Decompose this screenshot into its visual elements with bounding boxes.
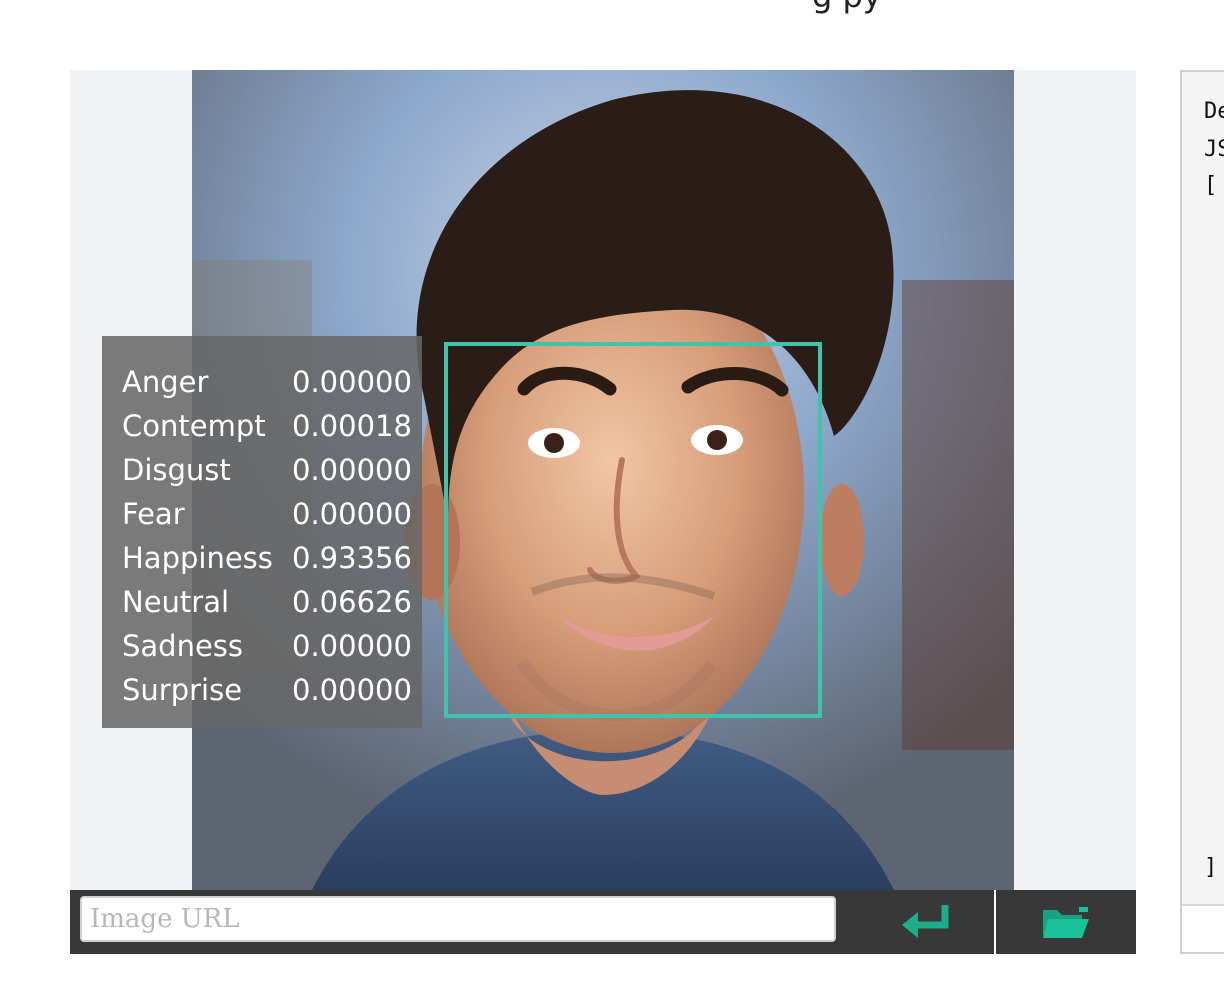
emotion-row-fear: Fear 0.00000 <box>122 492 412 536</box>
emotion-label: Surprise <box>122 673 243 707</box>
emotion-value: 0.00018 <box>292 409 412 443</box>
emotion-value: 0.00000 <box>292 629 412 663</box>
image-url-input[interactable] <box>80 896 836 942</box>
emotion-demo-page: g py <box>0 0 1224 986</box>
emotion-label: Happiness <box>122 541 273 575</box>
folder-open-icon <box>1043 907 1089 938</box>
emotion-label: Anger <box>122 365 209 399</box>
right-ear <box>820 484 864 596</box>
emotion-label: Sadness <box>122 629 244 663</box>
json-output-panel[interactable]: De JS [ ] <box>1180 70 1224 954</box>
enter-icon <box>902 905 949 938</box>
emotion-value: 0.00000 <box>292 673 412 707</box>
right-background-shadow <box>902 280 1014 750</box>
image-input-toolbar <box>70 890 1136 954</box>
json-line-2: JS <box>1204 137 1224 162</box>
emotion-row-sadness: Sadness 0.00000 <box>122 624 412 668</box>
open-file-button[interactable] <box>996 890 1136 954</box>
emotion-value: 0.00000 <box>292 453 412 487</box>
json-line-3: [ <box>1204 173 1218 198</box>
emotion-row-disgust: Disgust 0.00000 <box>122 448 412 492</box>
emotion-label: Fear <box>122 497 185 531</box>
emotion-row-surprise: Surprise 0.00000 <box>122 668 412 712</box>
detected-face-box <box>444 342 822 718</box>
json-output-content: De JS [ ] <box>1182 72 1224 906</box>
emotion-label: Disgust <box>122 453 231 487</box>
emotion-row-neutral: Neutral 0.06626 <box>122 580 412 624</box>
emotion-row-happiness: Happiness 0.93356 <box>122 536 412 580</box>
emotion-row-anger: Anger 0.00000 <box>122 360 412 404</box>
emotion-label: Neutral <box>122 585 230 619</box>
emotion-value: 0.06626 <box>292 585 412 619</box>
emotion-value: 0.00000 <box>292 497 412 531</box>
emotion-value: 0.00000 <box>292 365 412 399</box>
emotion-value: 0.93356 <box>292 541 412 575</box>
emotion-scores-panel: Anger 0.00000 Contempt 0.00018 Disgust 0… <box>102 336 422 728</box>
emotion-row-contempt: Contempt 0.00018 <box>122 404 412 448</box>
json-line-4: ] <box>1204 855 1218 880</box>
submit-url-button[interactable] <box>860 890 994 954</box>
json-line-1: De <box>1204 99 1224 124</box>
image-viewer: Anger 0.00000 Contempt 0.00018 Disgust 0… <box>70 70 1136 954</box>
top-cutoff-text-area: g py <box>0 0 1224 40</box>
top-cutoff-text: g py <box>812 0 882 16</box>
emotion-label: Contempt <box>122 409 266 443</box>
